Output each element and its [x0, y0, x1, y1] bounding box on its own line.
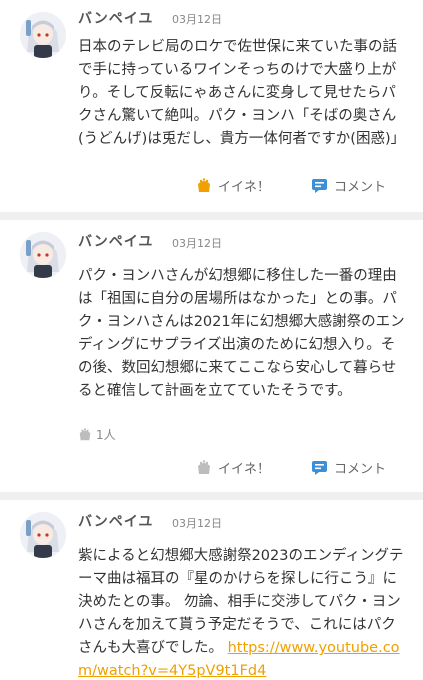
- like-icon: [198, 459, 210, 474]
- comment-icon: [312, 178, 327, 193]
- avatar[interactable]: [20, 232, 66, 278]
- username[interactable]: バンペイユ: [78, 511, 153, 531]
- comment-label: コメント: [334, 462, 387, 477]
- post-divider: [0, 212, 423, 220]
- post-date: 03月12日: [172, 517, 222, 530]
- comment-label: コメント: [334, 180, 387, 195]
- post-text: 紫によると幻想郷大感謝祭2023のエンディングテーマ曲は福耳の『星のかけらを探し…: [78, 545, 406, 680]
- likes-summary[interactable]: 1人: [78, 426, 116, 443]
- comment-button[interactable]: コメント: [311, 458, 386, 477]
- comment-icon: [312, 460, 327, 475]
- like-label: イイネ！: [218, 462, 271, 477]
- username[interactable]: バンペイユ: [78, 8, 153, 28]
- post-text: 日本のテレビ局のロケで佐世保に来ていた事の話で手に持っているワインそっちのけで大…: [78, 39, 406, 147]
- like-button[interactable]: イイネ！: [196, 458, 270, 477]
- username[interactable]: バンペイユ: [78, 231, 153, 251]
- post-card: バンペイユ 03月12日 日本のテレビ局のロケで佐世保に来ていた事の話で手に持っ…: [0, 0, 423, 212]
- avatar[interactable]: [20, 512, 66, 558]
- avatar[interactable]: [20, 12, 66, 58]
- post-text: パク・ヨンハさんが幻想郷に移住した一番の理由は「祖国に自分の居場所はなかった」と…: [78, 268, 405, 399]
- like-button[interactable]: イイネ！: [196, 176, 270, 195]
- like-icon: [198, 177, 210, 192]
- like-icon: [79, 427, 91, 440]
- post-card: バンペイユ 03月12日 パク・ヨンハさんが幻想郷に移住した一番の理由は「祖国に…: [0, 220, 423, 492]
- likes-count: 1人: [96, 428, 116, 442]
- post-date: 03月12日: [172, 237, 222, 250]
- post-feed: バンペイユ 03月12日 日本のテレビ局のロケで佐世保に来ていた事の話で手に持っ…: [0, 0, 423, 680]
- like-label: イイネ！: [218, 180, 271, 195]
- post-card: バンペイユ 03月12日 紫によると幻想郷大感謝祭2023のエンディングテーマ曲…: [0, 500, 423, 680]
- comment-button[interactable]: コメント: [311, 176, 386, 195]
- post-divider: [0, 492, 423, 500]
- post-date: 03月12日: [172, 13, 222, 26]
